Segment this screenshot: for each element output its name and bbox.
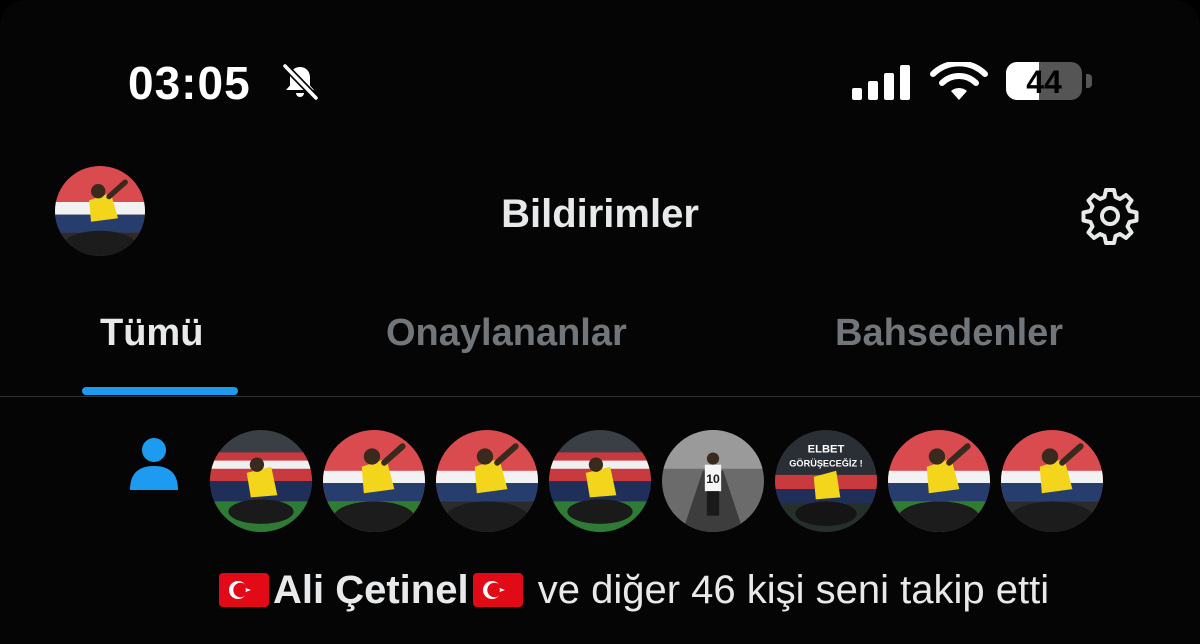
gear-icon[interactable] [1080,186,1140,246]
follower-avatar[interactable] [1001,430,1103,532]
follower-avatar[interactable] [436,430,538,532]
top-header: Bildirimler [0,166,1200,258]
svg-text:10: 10 [706,472,720,486]
notification-item[interactable]: 10 ELBET GÖRÜŞECEĞİZ ! Ali Çetinel ve di… [0,430,1200,644]
svg-text:ELBET: ELBET [808,443,845,455]
follower-avatar[interactable] [888,430,990,532]
tab-all[interactable]: Tümü [100,312,203,355]
person-icon [130,438,178,490]
active-tab-indicator [82,387,238,395]
follower-avatar[interactable]: ELBET GÖRÜŞECEĞİZ ! [775,430,877,532]
turkey-flag [472,573,523,607]
follower-avatar[interactable] [323,430,425,532]
battery-icon: 44 [1006,62,1096,102]
signal-icon [852,65,910,100]
page-title: Bildirimler [501,192,699,236]
tab-verified[interactable]: Onaylananlar [386,312,627,355]
notification-text: Ali Çetinel ve diğer 46 kişi seni takip … [215,568,1049,613]
tab-mentions[interactable]: Bahsedenler [835,312,1063,355]
notification-message: ve diğer 46 kişi seni takip etti [537,568,1050,612]
battery-percentage: 44 [1026,64,1062,100]
notification-tabs: Tümü Onaylananlar Bahsedenler [0,300,1200,397]
follower-avatar[interactable] [549,430,651,532]
turkey-flag [219,573,269,607]
status-bar: 03:05 44 [0,52,1200,112]
wifi-icon [930,62,988,100]
notifications-screen: 03:05 44 Bildirimler Tümü Onaylananlar B… [0,0,1200,644]
follower-avatar[interactable] [210,430,312,532]
bell-slash-icon [282,63,319,101]
follower-avatar[interactable]: 10 [662,430,764,532]
status-time: 03:05 [128,57,251,109]
follower-name[interactable]: Ali Çetinel [273,568,469,612]
svg-text:GÖRÜŞECEĞİZ !: GÖRÜŞECEĞİZ ! [789,458,862,469]
